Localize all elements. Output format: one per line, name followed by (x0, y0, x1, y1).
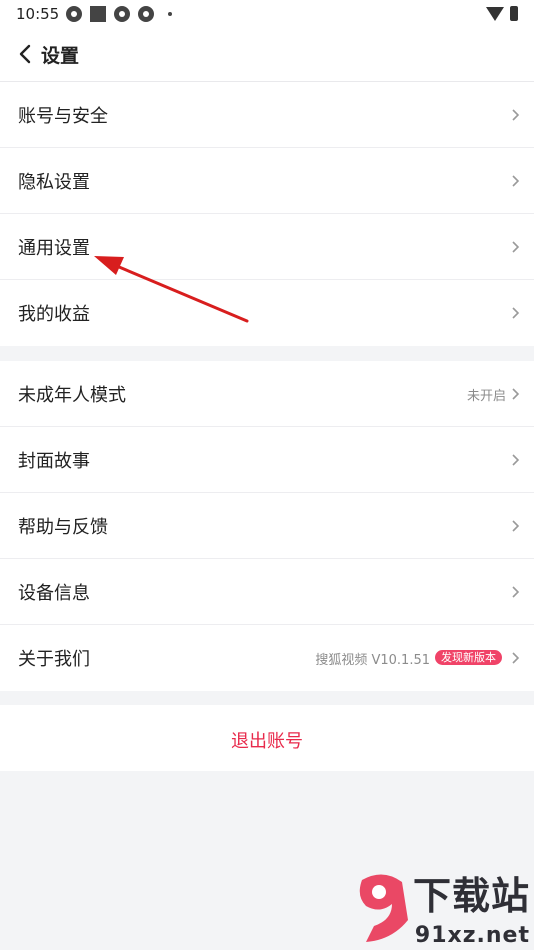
row-label: 关于我们 (18, 649, 90, 670)
status-time: 10:55 (16, 5, 60, 23)
row-label: 封面故事 (18, 451, 90, 472)
watermark-title: 下载站 (412, 874, 530, 918)
chevron-right-icon (512, 388, 520, 400)
page-title: 设置 (41, 45, 80, 67)
chevron-right-icon (512, 109, 520, 121)
row-my-earnings[interactable]: 我的收益 (0, 280, 534, 346)
chevron-right-icon (512, 175, 520, 187)
row-label: 隐私设置 (18, 172, 90, 193)
row-general-settings[interactable]: 通用设置 (0, 214, 534, 280)
row-label: 未成年人模式 (18, 385, 126, 406)
row-label: 设备信息 (18, 583, 90, 604)
row-cover-story[interactable]: 封面故事 (0, 427, 534, 493)
app-notification-icon (138, 6, 154, 22)
chevron-right-icon (512, 652, 520, 664)
logout-button[interactable]: 退出账号 (0, 727, 534, 753)
app-notification-icon (114, 6, 130, 22)
chevron-right-icon (512, 307, 520, 319)
chevron-right-icon (512, 454, 520, 466)
app-notification-icon (66, 6, 82, 22)
settings-group-account: 账号与安全 隐私设置 通用设置 我的收益 (0, 82, 534, 346)
logout-group: 退出账号 (0, 705, 534, 771)
battery-icon (510, 6, 518, 21)
system-icons (486, 6, 518, 21)
watermark-url: 91xz.net (414, 923, 530, 948)
back-arrow-icon[interactable] (16, 43, 38, 65)
watermark-logo-icon (359, 874, 408, 942)
chevron-right-icon (512, 241, 520, 253)
chevron-right-icon (512, 586, 520, 598)
row-help-feedback[interactable]: 帮助与反馈 (0, 493, 534, 559)
status-bar: 10:55 (0, 0, 534, 28)
app-version: 搜狐视频 V10.1.51 (315, 653, 430, 668)
row-label: 通用设置 (18, 238, 90, 259)
row-label: 账号与安全 (18, 106, 108, 127)
row-device-info[interactable]: 设备信息 (0, 559, 534, 625)
row-label: 我的收益 (18, 304, 90, 325)
watermark: 下载站 91xz.net (352, 868, 532, 950)
row-minor-mode[interactable]: 未成年人模式 未开启 (0, 361, 534, 427)
image-notification-icon (90, 6, 106, 22)
row-account-security[interactable]: 账号与安全 (0, 82, 534, 148)
settings-group-general: 未成年人模式 未开启 封面故事 帮助与反馈 设备信息 关于我们 搜狐视频 V10… (0, 361, 534, 691)
row-about-us[interactable]: 关于我们 搜狐视频 V10.1.51 发现新版本 (0, 625, 534, 691)
wifi-icon (486, 6, 504, 21)
more-notifications-icon (168, 12, 172, 16)
minor-mode-status: 未开启 (466, 389, 506, 404)
notification-icons (66, 6, 172, 22)
new-version-badge: 发现新版本 (435, 650, 502, 665)
header: 设置 (0, 28, 534, 82)
row-privacy-settings[interactable]: 隐私设置 (0, 148, 534, 214)
row-label: 帮助与反馈 (18, 517, 108, 538)
chevron-right-icon (512, 520, 520, 532)
